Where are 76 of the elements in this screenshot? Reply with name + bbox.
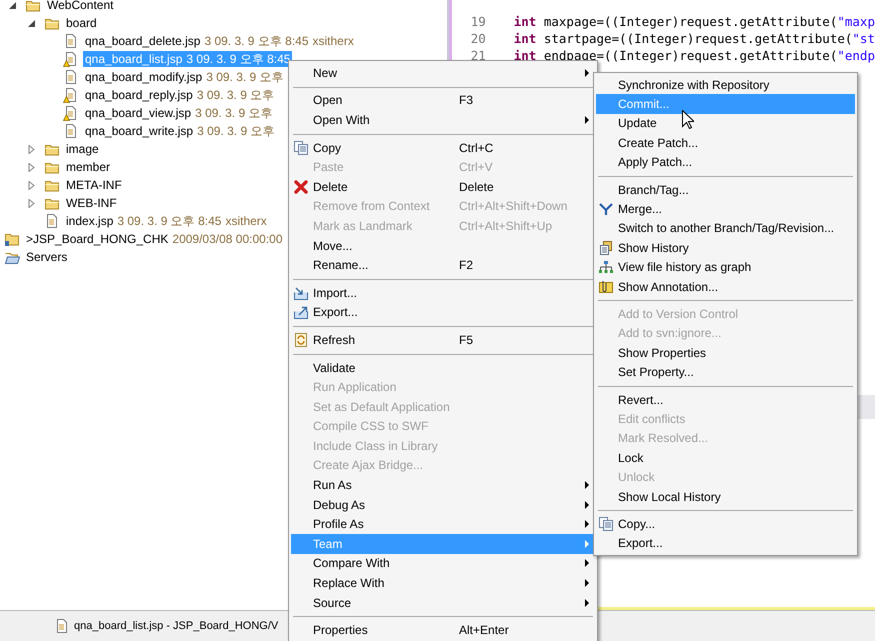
code-line: int endpage=((Integer)request.getAttribute("endp (514, 48, 875, 63)
tree-item-label[interactable]: qna_board_modify.jsp 3 09. 3. 9 오후 (83, 69, 286, 85)
menu-item[interactable]: Validate (291, 358, 595, 378)
expand-arrow-icon[interactable] (27, 162, 36, 172)
tree-item-label[interactable]: qna_board_write.jsp 3 09. 3. 9 오후 (83, 123, 276, 139)
history-icon (598, 240, 614, 256)
menu-item[interactable]: Show Annotation... (596, 276, 855, 296)
editor-tab-title[interactable]: qna_board_list.jsp - JSP_Board_HONG/V (74, 620, 278, 632)
expand-arrow-icon[interactable] (27, 180, 36, 190)
tree-item-label[interactable]: WEB-INF (64, 195, 119, 211)
menu-item[interactable]: Show Properties (596, 343, 855, 362)
delete-icon (293, 178, 309, 195)
menu-item[interactable]: Merge... (596, 199, 855, 219)
menu-item[interactable]: Apply Patch... (596, 152, 855, 172)
menu-item[interactable]: Import... (291, 282, 595, 303)
export-icon (293, 304, 309, 320)
folder-icon (25, 0, 41, 13)
menu-item[interactable]: Set Property... (596, 362, 855, 382)
menu-item[interactable]: Switch to another Branch/Tag/Revision... (596, 218, 855, 238)
refresh-icon (293, 332, 309, 348)
merge-icon (598, 201, 614, 218)
tree-item-label[interactable]: member (64, 159, 112, 175)
menu-item[interactable]: Export... (291, 302, 595, 322)
menu-item[interactable]: Rename... F2 (291, 255, 595, 275)
menu-item[interactable]: Refresh F5 (291, 330, 595, 350)
menu-item[interactable]: Open F3 (291, 90, 595, 110)
tree-item-label[interactable]: qna_board_reply.jsp 3 09. 3. 9 오후 (83, 87, 276, 103)
graph-icon (598, 259, 614, 276)
menu-item[interactable]: Open With (291, 110, 595, 130)
file-icon (54, 618, 70, 634)
menu-item[interactable]: Create Patch... (596, 133, 855, 153)
tree-item-label[interactable]: index.jsp 3 09. 3. 9 오후 8:45 xsitherx (64, 213, 269, 229)
menu-item[interactable]: Replace With (291, 573, 595, 593)
menu-item[interactable]: Export... (596, 534, 855, 553)
tree-item-label[interactable]: WebContent (45, 0, 116, 13)
expand-arrow-icon[interactable] (27, 144, 36, 154)
tree-item-label[interactable]: Servers (24, 249, 70, 265)
menu-item[interactable]: Copy Ctrl+C (291, 138, 595, 158)
menu-item[interactable]: Compare With (291, 554, 595, 574)
menu-item[interactable]: View file history as graph (596, 258, 855, 277)
menu-item[interactable]: Copy... (596, 514, 855, 534)
menu-item[interactable]: Branch/Tag... (596, 180, 855, 200)
line-number: 21 (470, 48, 486, 63)
expand-arrow-icon[interactable] (27, 198, 36, 208)
menu-item[interactable]: Show History (596, 238, 855, 258)
menu-item[interactable]: Lock (596, 448, 855, 468)
tree-item-label[interactable]: board (64, 15, 99, 31)
annotation-icon (598, 278, 614, 295)
code-line: int maxpage=((Integer)request.getAttribute("maxp (514, 14, 875, 29)
tree-item-label[interactable]: qna_board_delete.jsp 3 09. 3. 9 오후 8:45 xsitherx (83, 33, 356, 49)
tree-item-label[interactable]: META-INF (64, 177, 124, 193)
menu-item[interactable]: Run As (291, 475, 595, 495)
import-icon (293, 284, 309, 301)
menu-item[interactable]: Move... (291, 236, 595, 256)
code-line: int startpage=((Integer)request.getAttribute("st (514, 31, 875, 46)
tree-item-label[interactable]: image (64, 141, 101, 157)
menu-item[interactable]: Show Local History (596, 486, 855, 506)
mouse-cursor-icon (682, 110, 694, 129)
tree-item-label[interactable]: qna_board_view.jsp 3 09. 3. 9 오후 (83, 105, 274, 121)
collapse-arrow-icon[interactable] (27, 18, 36, 28)
menu-item[interactable]: New (291, 63, 595, 83)
menu-item[interactable]: Revert... (596, 390, 855, 410)
menu-item[interactable]: Delete Delete (291, 176, 595, 197)
menu-item[interactable]: Synchronize with Repository (596, 75, 855, 94)
menu-item[interactable]: Debug As (291, 494, 595, 514)
menu-item[interactable]: Profile As (291, 514, 595, 534)
tree-item-label[interactable]: >JSP_Board_HONG_CHK 2009/03/08 00:00:00 (24, 231, 285, 247)
collapse-arrow-icon[interactable] (8, 0, 17, 10)
menu-item[interactable]: Properties Alt+Enter (291, 620, 595, 640)
line-number: 20 (470, 31, 486, 46)
menu-item[interactable]: Source (291, 592, 595, 612)
line-number: 19 (470, 14, 486, 29)
copy-icon (293, 140, 309, 156)
project-folder-icon (4, 231, 20, 247)
copy-icon (598, 516, 614, 532)
menu-item[interactable]: Update (596, 114, 855, 134)
